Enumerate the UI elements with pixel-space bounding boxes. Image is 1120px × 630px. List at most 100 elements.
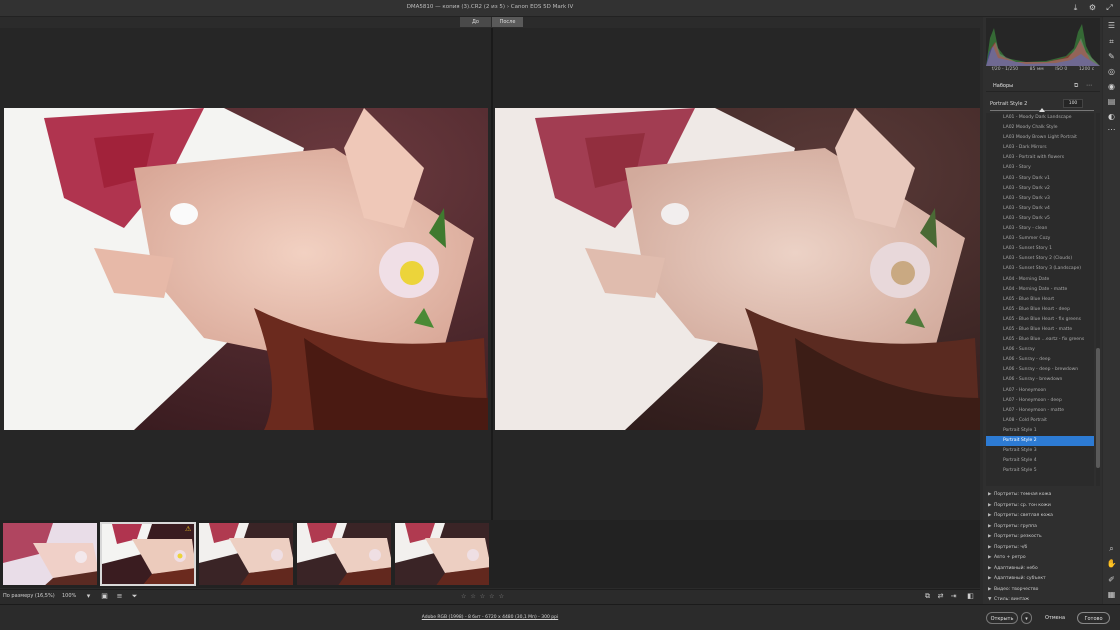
readout-focal: 85 мм bbox=[1029, 67, 1044, 72]
more-tools-icon[interactable]: ⋯ bbox=[1106, 124, 1117, 135]
rating-star[interactable]: ☆ bbox=[499, 593, 504, 600]
preset-item[interactable]: LA05 - Blue Blue Heart - matte bbox=[986, 325, 1094, 335]
preset-item[interactable]: LA03 - Summer Cozy bbox=[986, 234, 1094, 244]
sort-icon[interactable]: ≡ bbox=[115, 592, 124, 601]
preset-item[interactable]: LA03 - Story Dark v4 bbox=[986, 204, 1094, 214]
open-button[interactable]: Открыть bbox=[986, 612, 1018, 624]
zoom-icon[interactable]: ⌕ bbox=[1106, 543, 1117, 554]
filmstrip-toggle-icon[interactable]: ▣ bbox=[100, 592, 109, 601]
filmstrip-thumb[interactable] bbox=[296, 522, 392, 586]
chevron-right-icon: ▶ bbox=[988, 576, 992, 581]
preset-list-scroll-thumb[interactable] bbox=[1096, 348, 1100, 468]
preset-item[interactable]: LA08 - Cold Portrait bbox=[986, 416, 1094, 426]
open-options-dropdown[interactable]: ▾ bbox=[1021, 612, 1032, 624]
swap-icon[interactable]: ⇄ bbox=[936, 592, 945, 601]
preset-group-label: Адаптивный: небо bbox=[994, 565, 1038, 571]
preset-group[interactable]: ▶ Портреты: ср. тон кожи bbox=[986, 501, 1100, 512]
hand-icon[interactable]: ✋ bbox=[1106, 558, 1117, 569]
preset-item[interactable]: LA06 - Sunray - deep - brewdown bbox=[986, 365, 1094, 375]
filter-icon[interactable]: ⏷ bbox=[130, 592, 139, 601]
snapshots-icon[interactable]: ▤ bbox=[1106, 96, 1117, 107]
after-photo[interactable] bbox=[495, 108, 980, 430]
preset-amount-field[interactable]: 100 bbox=[1063, 99, 1083, 108]
zoom-100-button[interactable]: 100% bbox=[62, 593, 76, 599]
preset-item[interactable]: LA03 Moody Brown Light Portrait bbox=[986, 133, 1094, 143]
zoom-select[interactable]: По размеру (16,5%) bbox=[3, 593, 55, 599]
preset-item[interactable]: LA03 - Story bbox=[986, 163, 1094, 173]
preset-amount-slider-knob[interactable] bbox=[1039, 108, 1045, 112]
preset-group[interactable]: ▶ Авто + ретро bbox=[986, 553, 1100, 564]
preset-item[interactable]: LA03 - Story Dark v5 bbox=[986, 214, 1094, 224]
new-preset-icon[interactable]: ⧉ bbox=[1074, 82, 1078, 90]
preset-item[interactable]: LA04 - Morning Date bbox=[986, 275, 1094, 285]
preset-item[interactable]: Portrait Style 1 bbox=[986, 426, 1094, 436]
before-photo[interactable] bbox=[4, 108, 488, 430]
crop-icon[interactable]: ⌗ bbox=[1106, 36, 1117, 47]
preset-item[interactable]: Portrait Style 5 bbox=[986, 466, 1094, 476]
preset-item[interactable]: Portrait Style 3 bbox=[986, 446, 1094, 456]
filmstrip-thumb[interactable] bbox=[2, 522, 98, 586]
preset-item[interactable]: LA03 - Dark Mirrors bbox=[986, 143, 1094, 153]
preset-item[interactable]: LA07 - Honeymoon - deep bbox=[986, 396, 1094, 406]
before-after-toggle-icon[interactable]: ◧ bbox=[966, 592, 975, 601]
preset-item[interactable]: LA05 - Blue Blue Heart - deep bbox=[986, 305, 1094, 315]
preset-item[interactable]: LA06 - Sunray - brewdown bbox=[986, 375, 1094, 385]
done-button[interactable]: Готово bbox=[1077, 612, 1110, 624]
preset-item[interactable]: LA05 - Blue Blue Heart bbox=[986, 295, 1094, 305]
preset-item[interactable]: LA06 - Sunray - deep bbox=[986, 355, 1094, 365]
preset-group[interactable]: ▶ Портреты: светлая кожа bbox=[986, 511, 1100, 522]
preset-group[interactable]: ▶ Портреты: резкость bbox=[986, 532, 1100, 543]
presets-icon[interactable]: ◐ bbox=[1106, 111, 1117, 122]
preset-group[interactable]: ▶ Видео: творчество bbox=[986, 585, 1100, 596]
color-sampler-icon[interactable]: ✐ bbox=[1106, 574, 1117, 585]
filmstrip-thumb[interactable] bbox=[198, 522, 294, 586]
tab-before[interactable]: До bbox=[460, 17, 491, 27]
edit-sliders-icon[interactable]: ☰ bbox=[1106, 20, 1117, 31]
preset-item[interactable]: LA05 - Blue Blue Heart - fix greens bbox=[986, 315, 1094, 325]
mask-icon[interactable]: ◎ bbox=[1106, 66, 1117, 77]
presets-header: Наборы ⧉ ⋯ bbox=[986, 80, 1100, 92]
preset-item[interactable]: LA03 - Story Dark v1 bbox=[986, 174, 1094, 184]
preset-group[interactable]: ▶ Адаптивный: субъект bbox=[986, 574, 1100, 585]
preset-item[interactable]: LA01 - Moody Dark Landscape bbox=[986, 113, 1094, 123]
workflow-options-link[interactable]: Adobe RGB (1998) - 8 бит - 6720 х 4480 (… bbox=[0, 615, 980, 620]
preset-item[interactable]: LA07 - Honeymoon bbox=[986, 386, 1094, 396]
preset-item[interactable]: LA03 - Story - clean bbox=[986, 224, 1094, 234]
preset-item-selected[interactable]: Portrait Style 2 bbox=[986, 436, 1094, 447]
rating-star[interactable]: ☆ bbox=[480, 593, 485, 600]
save-icon[interactable]: ⤓ bbox=[1071, 3, 1080, 12]
preset-group[interactable]: ▶ Портреты: ч/б bbox=[986, 543, 1100, 554]
settings-icon[interactable]: ⚙ bbox=[1088, 3, 1097, 12]
preset-item[interactable]: LA03 - Sunset Story 3 (Landscape) bbox=[986, 264, 1094, 274]
filmstrip-thumb[interactable] bbox=[394, 522, 490, 586]
preset-group[interactable]: ▶ Портреты: группа bbox=[986, 522, 1100, 533]
rating-star[interactable]: ☆ bbox=[461, 593, 466, 600]
preset-item[interactable]: LA05 - Blue Blue ...eartz - fix greens bbox=[986, 335, 1094, 345]
preset-item[interactable]: Portrait Style 4 bbox=[986, 456, 1094, 466]
preset-item[interactable]: LA02 Moody Chalk Style bbox=[986, 123, 1094, 133]
filmstrip-thumb-selected[interactable]: ⚠ bbox=[100, 522, 196, 586]
grid-icon[interactable]: ▦ bbox=[1106, 589, 1117, 600]
healing-brush-icon[interactable]: ✎ bbox=[1106, 51, 1117, 62]
preset-item[interactable]: LA03 - Sunset Story 1 bbox=[986, 244, 1094, 254]
preset-group-label: Портреты: светлая кожа bbox=[994, 513, 1053, 518]
preset-item[interactable]: LA04 - Morning Date - matte bbox=[986, 285, 1094, 295]
cancel-button[interactable]: Отмена bbox=[1039, 612, 1071, 624]
rating-star[interactable]: ☆ bbox=[489, 593, 494, 600]
preset-group[interactable]: ▶ Адаптивный: небо bbox=[986, 564, 1100, 575]
chevron-down-icon[interactable]: ▾ bbox=[84, 592, 93, 601]
compare-mode-icon[interactable]: ⧉ bbox=[923, 592, 932, 601]
preset-group[interactable]: ▶ Портреты: темная кожа bbox=[986, 490, 1100, 501]
tab-after[interactable]: После bbox=[492, 17, 523, 27]
preset-item[interactable]: LA03 - Story Dark v3 bbox=[986, 194, 1094, 204]
preset-item[interactable]: LA03 - Sunset Story 2 (Clouds) bbox=[986, 254, 1094, 264]
red-eye-icon[interactable]: ◉ bbox=[1106, 81, 1117, 92]
preset-item[interactable]: LA07 - Honeymoon - matte bbox=[986, 406, 1094, 416]
rating-star[interactable]: ☆ bbox=[470, 593, 475, 600]
fullscreen-icon[interactable]: ⤢ bbox=[1105, 3, 1114, 12]
preset-item[interactable]: LA03 - Story Dark v2 bbox=[986, 184, 1094, 194]
copy-settings-icon[interactable]: ⇥ bbox=[949, 592, 958, 601]
preset-item[interactable]: LA03 - Portrait with flowers bbox=[986, 153, 1094, 163]
preset-item[interactable]: LA06 - Sunray bbox=[986, 345, 1094, 355]
more-icon[interactable]: ⋯ bbox=[1086, 82, 1092, 89]
